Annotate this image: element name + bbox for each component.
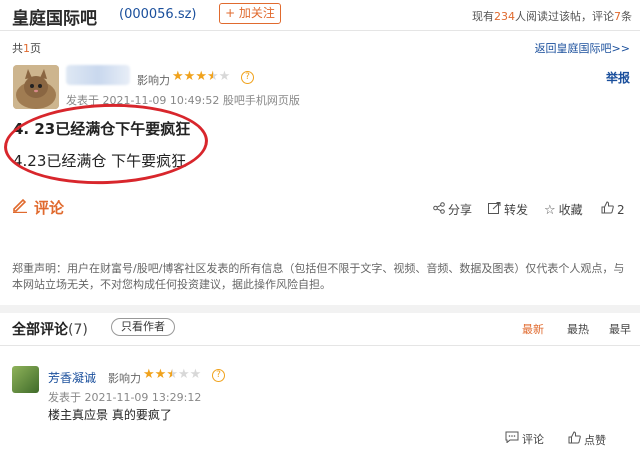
header-divider bbox=[0, 30, 640, 31]
share-button[interactable]: 分享 bbox=[433, 201, 472, 218]
influence-label: 影响力 bbox=[137, 74, 170, 87]
help-icon[interactable]: ? bbox=[241, 71, 254, 84]
star-empty-icon: ★ bbox=[189, 367, 202, 382]
follow-button[interactable]: + 加关注 bbox=[219, 3, 281, 24]
reply-button[interactable]: 评论 bbox=[505, 431, 544, 447]
bar-name[interactable]: 皇庭国际吧 bbox=[12, 4, 97, 29]
readers-count: 234 bbox=[494, 10, 515, 23]
star-icon: ★ bbox=[143, 367, 155, 382]
share-icon bbox=[433, 202, 445, 218]
like-count: 2 bbox=[617, 203, 625, 217]
comments-count: 7 bbox=[614, 10, 621, 23]
only-author-button[interactable]: 只看作者 bbox=[111, 318, 175, 336]
page-count-prefix: 共 bbox=[12, 42, 23, 55]
influence-stars: ★★★★★ bbox=[172, 69, 230, 84]
page-count: 共1页 bbox=[12, 40, 41, 56]
disclaimer: 郑重声明：用户在财富号/股吧/博客社区发表的所有信息（包括但不限于文字、视频、音… bbox=[12, 262, 625, 291]
reply-label: 评论 bbox=[522, 433, 544, 446]
red-annotation-circle bbox=[2, 100, 210, 188]
star-empty-icon: ★ bbox=[177, 367, 190, 382]
sort-newest-tab[interactable]: 最新 bbox=[522, 321, 544, 337]
author-name-blurred[interactable] bbox=[66, 65, 130, 85]
page-count-number: 1 bbox=[23, 42, 30, 55]
comment-button[interactable]: 评论 bbox=[12, 197, 64, 218]
comment-label: 评论 bbox=[34, 199, 65, 217]
sort-earliest-tab[interactable]: 最早 bbox=[609, 321, 631, 337]
commenter-name[interactable]: 芳香凝诚 bbox=[48, 369, 96, 386]
all-comments-title: 全部评论(7) bbox=[12, 319, 88, 339]
star-empty-icon: ★ bbox=[218, 69, 231, 84]
sort-hottest-tab[interactable]: 最热 bbox=[567, 321, 589, 337]
thumbs-up-icon bbox=[601, 201, 614, 218]
pen-icon bbox=[12, 197, 28, 217]
star-icon: ★ bbox=[154, 367, 167, 382]
comment-like-label: 点赞 bbox=[584, 434, 606, 447]
comment-meta: 发表于 2021-11-09 13:29:12 bbox=[48, 391, 202, 404]
favorite-button[interactable]: ☆ 收藏 bbox=[544, 201, 583, 218]
help-icon[interactable]: ? bbox=[212, 369, 225, 382]
commenter-avatar[interactable] bbox=[12, 366, 39, 393]
comment-like-button[interactable]: 点赞 bbox=[568, 431, 606, 448]
like-button[interactable]: 2 bbox=[601, 201, 625, 218]
author-avatar[interactable] bbox=[13, 65, 59, 109]
forward-button[interactable]: 转发 bbox=[488, 201, 528, 218]
section-separator bbox=[0, 305, 640, 313]
page-count-suffix: 页 bbox=[30, 42, 41, 55]
back-to-bar-link[interactable]: 返回皇庭国际吧>> bbox=[535, 40, 630, 56]
share-label: 分享 bbox=[448, 203, 473, 217]
star-icon: ★ bbox=[183, 69, 196, 84]
chat-bubble-icon bbox=[505, 431, 519, 446]
all-comments-count: (7) bbox=[68, 322, 88, 338]
stock-code[interactable]: (000056.sz) bbox=[119, 7, 197, 22]
readers-suffix: 条 bbox=[621, 10, 632, 23]
half-star-icon: ★ bbox=[166, 367, 178, 382]
comments-divider bbox=[0, 345, 640, 346]
readers-mid: 人阅读过该帖，评论 bbox=[515, 10, 614, 23]
thumbs-up-icon bbox=[568, 431, 581, 447]
star-outline-icon: ☆ bbox=[544, 203, 556, 218]
commenter-influence-stars: ★★★★★ bbox=[143, 367, 201, 382]
bar-header: 皇庭国际吧 (000056.sz) + 加关注 现有234人阅读过该帖，评论7条 bbox=[0, 0, 640, 30]
star-icon: ★ bbox=[195, 69, 207, 84]
forward-label: 转发 bbox=[504, 203, 529, 217]
half-star-icon: ★ bbox=[206, 69, 219, 84]
comment-text: 楼主真应景 真的要疯了 bbox=[48, 408, 172, 422]
commenter-influence-label: 影响力 bbox=[108, 372, 141, 385]
readers-prefix: 现有 bbox=[472, 10, 494, 23]
report-button[interactable]: 举报 bbox=[606, 69, 630, 86]
star-icon: ★ bbox=[172, 69, 184, 84]
forward-icon bbox=[488, 202, 501, 218]
readers-info: 现有234人阅读过该帖，评论7条 bbox=[472, 8, 632, 24]
favorite-label: 收藏 bbox=[558, 203, 583, 217]
all-comments-label: 全部评论 bbox=[12, 322, 68, 338]
